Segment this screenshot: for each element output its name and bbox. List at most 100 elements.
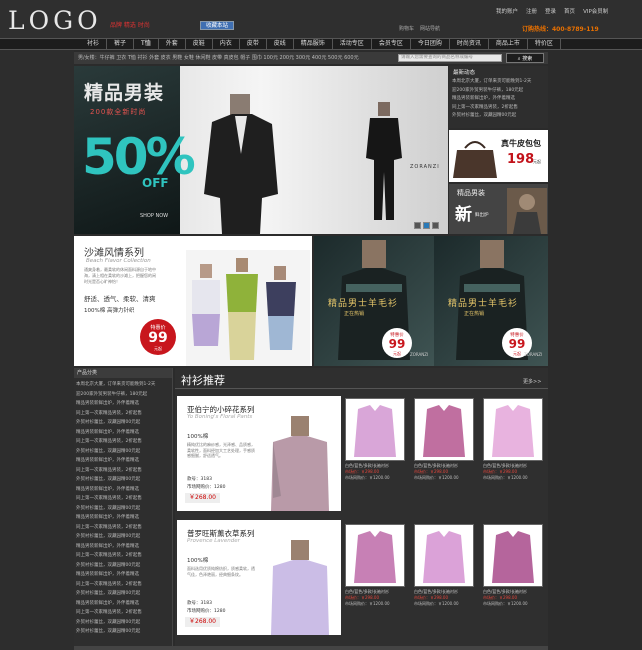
category-item[interactable]: 外贸衬衫蕾丝，双藏园精00元起 xyxy=(76,627,172,637)
badge-price: 99 xyxy=(148,330,168,346)
nav-item-events[interactable]: 活动专区 xyxy=(333,39,372,49)
favorite-button[interactable]: 收藏本站 xyxy=(200,21,235,30)
nav-item-fashion-news[interactable]: 时尚资讯 xyxy=(450,39,489,49)
product-image[interactable] xyxy=(414,524,474,587)
category-item[interactable]: 同上第一次家精品男装，2折起售 xyxy=(76,437,172,447)
product-card[interactable]: 白色/蓝色/多款/长袖衬衫 市场价：￥298.00 市场网购价：￥1200.00 xyxy=(345,398,405,481)
category-item[interactable]: 精品男装新鲜出炉，外伴着精选 xyxy=(76,570,172,580)
account-link[interactable]: 我的账户 xyxy=(496,7,518,15)
nav-item-specials[interactable]: 特价区 xyxy=(528,39,561,49)
register-link[interactable]: 注册 xyxy=(526,7,537,15)
slide-dot-2[interactable] xyxy=(423,222,430,229)
model-in-suit-image xyxy=(204,94,278,234)
category-item[interactable]: 同上第一次家精品男装，2折起售 xyxy=(76,409,172,419)
category-item[interactable]: 同上第一次家精品男装，2折起售 xyxy=(76,494,172,504)
category-item[interactable]: 精品男装新鲜出炉，外伴着精选 xyxy=(76,485,172,495)
nav-item-members[interactable]: 会员专区 xyxy=(372,39,411,49)
site-logo[interactable]: LOGO xyxy=(8,6,102,35)
promo-code: 款号：3183 xyxy=(187,601,212,606)
sweater-subtitle: 正在热销 xyxy=(464,311,485,317)
category-item[interactable]: 外贸衬衫蕾丝，双藏园精00元起 xyxy=(76,418,172,428)
beach-subtitle: Beach Flavor Collection xyxy=(86,258,151,264)
badge-unit: 元起 xyxy=(513,351,521,356)
page: LOGO 品牌 精选 时尚 收藏本站 我的账户 注册 登录 首页 VIP会员制 … xyxy=(0,0,642,650)
product-market-price: 市场网购价：￥1200.00 xyxy=(483,475,528,480)
search-input[interactable]: 请输入您需要查询的商品名称或编号 xyxy=(398,54,502,62)
category-item[interactable]: 迎200家外贸男装牛仔裤，180元起 xyxy=(76,390,172,400)
nav-item-premium[interactable]: 精品服饰 xyxy=(294,39,333,49)
slide-dot-3[interactable] xyxy=(432,222,439,229)
shop-now-link[interactable]: SHOP NOW xyxy=(140,213,168,219)
more-link[interactable]: 更多>> xyxy=(523,378,541,385)
floral-series-promo[interactable]: 亚伯宁的小碎花系列 Yo Boning's Floral Pants 100%棉… xyxy=(177,396,341,511)
category-item[interactable]: 同上第一次家精品男装，2折起售 xyxy=(76,580,172,590)
nav-item-coats[interactable]: 外套 xyxy=(159,39,186,49)
nav-item-tshirt[interactable]: T恤 xyxy=(134,39,159,49)
lavender-series-promo[interactable]: 普罗旺斯薰衣草系列 Provence Lavender 100%棉 面料选用优质… xyxy=(177,520,341,635)
news-item[interactable]: 同上第一次家精品男装，2折起售 xyxy=(452,104,531,113)
category-item[interactable]: 精品男装新鲜出炉，外伴着精选 xyxy=(76,542,172,552)
news-item[interactable]: 本周北京大厦，订单来货可能晚到1-2天 xyxy=(452,78,531,87)
category-item[interactable]: 外贸衬衫蕾丝，双藏园精00元起 xyxy=(76,532,172,542)
product-image[interactable] xyxy=(483,524,543,587)
leather-bag-promo[interactable]: 真牛皮包包 198 元起 xyxy=(449,130,548,182)
nav-item-shirts[interactable]: 衬衫 xyxy=(80,39,108,49)
shirt-icon xyxy=(346,525,404,586)
product-image[interactable] xyxy=(345,398,405,461)
product-image[interactable] xyxy=(414,398,474,461)
category-item[interactable]: 外贸衬衫蕾丝，双藏园精00元起 xyxy=(76,589,172,599)
news-item[interactable]: 精品男装新鲜出炉，外伴着精选 xyxy=(452,95,531,104)
sweater-promo-2[interactable]: 精品男士羊毛衫 正在热销 特惠价 99 元起 ZORANZI xyxy=(434,236,548,366)
mens-wear-label: 精品男装 xyxy=(457,189,485,197)
category-item[interactable]: 同上第一次家精品男装，2折起售 xyxy=(76,523,172,533)
news-item[interactable]: 外贸衬衫蕾丝，双藏园精00元起 xyxy=(452,112,531,121)
nav-item-leather-shoes[interactable]: 皮鞋 xyxy=(186,39,213,49)
nav-item-new-arrivals[interactable]: 商品上市 xyxy=(489,39,528,49)
home-link[interactable]: 首页 xyxy=(564,7,575,15)
sweater-promo-1[interactable]: 精品男士羊毛衫 正在热销 特惠价 99 元起 ZORANZI xyxy=(314,236,434,366)
category-item[interactable]: 精品男装新鲜出炉，外伴着精选 xyxy=(76,599,172,609)
category-item[interactable]: 外贸衬衫蕾丝，双藏园精00元起 xyxy=(76,447,172,457)
news-item[interactable]: 迎200家外贸男装牛仔裤，180元起 xyxy=(452,87,531,96)
category-item[interactable]: 本周北京大厦，订单来货可能晚到1-2天 xyxy=(76,380,172,390)
login-link[interactable]: 登录 xyxy=(545,7,556,15)
nav-item-underwear[interactable]: 内衣 xyxy=(213,39,240,49)
product-card[interactable]: 白色/蓝色/多款/长袖衬衫 市场价：￥298.00 市场网购价：￥1200.00 xyxy=(414,398,474,481)
slide-dots xyxy=(414,222,439,229)
product-market-price: 市场网购价：￥1200.00 xyxy=(345,475,390,480)
category-item[interactable]: 同上第一次家精品男装，2折起售 xyxy=(76,608,172,618)
slide-dot-1[interactable] xyxy=(414,222,421,229)
nav-item-pants[interactable]: 裤子 xyxy=(107,39,135,49)
category-item[interactable]: 精品男装新鲜出炉，外伴着精选 xyxy=(76,399,172,409)
hero-banner[interactable]: 精品男装 200款全新时尚 50% OFF SHOP NOW ZORANZI xyxy=(74,66,448,234)
cart-link[interactable]: 购物车 xyxy=(399,25,414,32)
promo-material: 100%棉 xyxy=(187,558,209,564)
category-item[interactable]: 精品男装新鲜出炉，外伴着精选 xyxy=(76,428,172,438)
nav-item-group-buy[interactable]: 今日团购 xyxy=(411,39,450,49)
category-item[interactable]: 精品男装新鲜出炉，外伴着精选 xyxy=(76,456,172,466)
product-card[interactable]: 白色/蓝色/多款/长袖衬衫 市场价：￥298.00 市场网购价：￥1200.00 xyxy=(414,524,474,607)
product-image[interactable] xyxy=(483,398,543,461)
category-item[interactable]: 外贸衬衫蕾丝，双藏园精00元起 xyxy=(76,475,172,485)
mens-wear-promo[interactable]: 精品男装 新 鲜出炉 xyxy=(449,184,548,234)
product-market-price: 市场网购价：￥1200.00 xyxy=(414,601,459,606)
category-item[interactable]: 外贸衬衫蕾丝，双藏园精00元起 xyxy=(76,618,172,628)
sitemap-link[interactable]: 网站导航 xyxy=(420,25,440,32)
product-card[interactable]: 白色/蓝色/多款/长袖衬衫 市场价：￥298.00 市场网购价：￥1200.00 xyxy=(345,524,405,607)
product-card[interactable]: 白色/蓝色/多款/长袖衬衫 市场价：￥298.00 市场网购价：￥1200.00 xyxy=(483,398,543,481)
nav-item-leather-goods[interactable]: 皮线 xyxy=(267,39,294,49)
search-button[interactable]: ⌕ 搜索 xyxy=(506,53,544,63)
product-image[interactable] xyxy=(345,524,405,587)
category-item[interactable]: 同上第一次家精品男装，2折起售 xyxy=(76,551,172,561)
mens-wear-new: 新 xyxy=(455,205,472,225)
shirt-icon xyxy=(415,399,473,460)
category-item[interactable]: 外贸衬衫蕾丝，双藏园精00元起 xyxy=(76,561,172,571)
product-card[interactable]: 白色/蓝色/多款/长袖衬衫 市场价：￥298.00 市场网购价：￥1200.00 xyxy=(483,524,543,607)
nav-item-belts[interactable]: 皮带 xyxy=(240,39,267,49)
vip-link[interactable]: VIP会员制 xyxy=(583,7,608,15)
category-item[interactable]: 精品男装新鲜出炉，外伴着精选 xyxy=(76,513,172,523)
mens-wear-image xyxy=(507,188,547,234)
beach-collection-promo[interactable]: 沙滩风情系列 Beach Flavor Collection 通爽身着，最柔软的… xyxy=(74,236,312,366)
category-item[interactable]: 同上第一次家精品男装，2折起售 xyxy=(76,466,172,476)
category-item[interactable]: 外贸衬衫蕾丝，双藏园精00元起 xyxy=(76,504,172,514)
